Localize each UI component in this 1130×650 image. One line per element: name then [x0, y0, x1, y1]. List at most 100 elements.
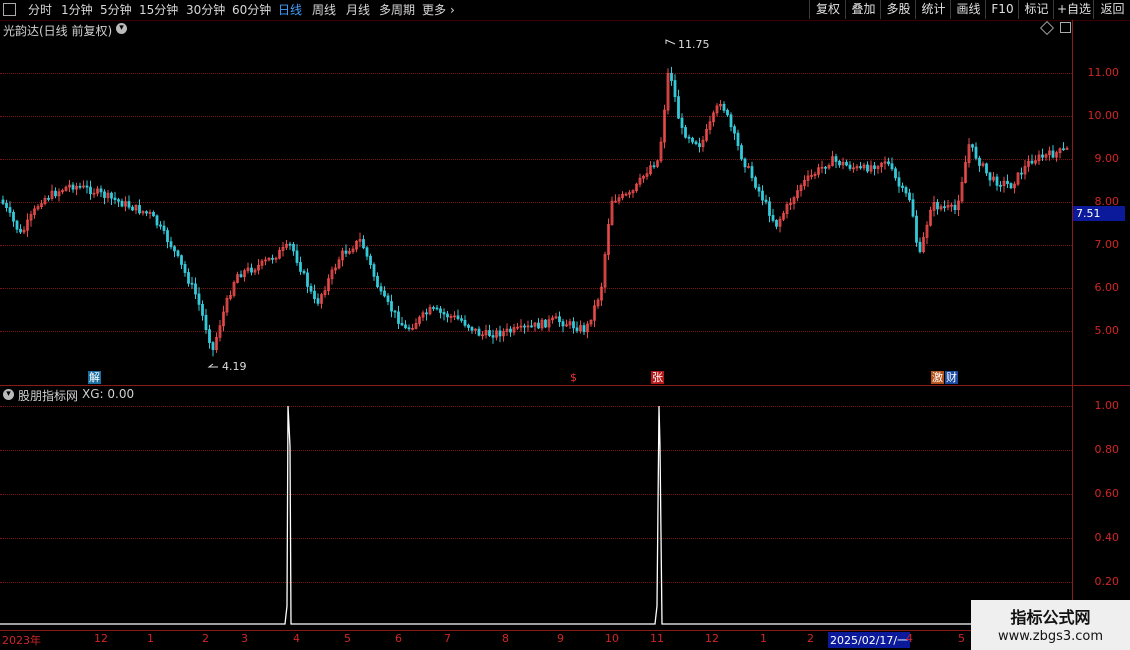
f10-button[interactable]: F10: [985, 0, 1019, 19]
candle-body: [733, 126, 736, 134]
candle-body: [372, 264, 376, 277]
statistics-button[interactable]: 统计: [915, 0, 951, 19]
candle-body: [887, 161, 890, 165]
event-marker-ji[interactable]: 激: [931, 371, 944, 384]
candle-body: [362, 239, 365, 249]
candle-body: [561, 321, 565, 327]
candle-body: [54, 190, 57, 197]
period-tab-weekly[interactable]: 周线: [312, 2, 336, 18]
candle-body: [159, 224, 162, 227]
candle-body: [400, 323, 404, 326]
candle-body: [432, 307, 435, 309]
overlay-button[interactable]: 叠加: [845, 0, 881, 19]
event-marker-zhang[interactable]: 张: [651, 371, 664, 384]
candle-body: [775, 220, 778, 227]
candle-body: [344, 250, 348, 254]
candle-body: [85, 185, 89, 188]
candle-body: [943, 206, 946, 209]
candle-body: [386, 295, 390, 302]
add-watchlist-button[interactable]: +自选: [1053, 0, 1094, 19]
period-tab-monthly[interactable]: 月线: [346, 2, 370, 18]
axis-divider: [1072, 20, 1073, 630]
candle-body: [250, 267, 253, 273]
candle-body: [239, 274, 243, 278]
candle-body: [120, 200, 124, 207]
candle-body: [404, 324, 407, 329]
candle-body: [467, 324, 470, 328]
indicator-axis-label: 0.20: [1094, 575, 1120, 588]
candle-body: [754, 177, 757, 188]
date-label: 11: [650, 632, 664, 645]
xg-indicator-line: [0, 405, 1072, 625]
candle-body: [936, 202, 939, 210]
event-marker-dollar[interactable]: $: [569, 371, 578, 384]
period-tab-1min[interactable]: 1分钟: [61, 2, 93, 18]
candle-body: [1006, 180, 1009, 184]
candle-body: [439, 308, 442, 313]
candle-body: [575, 327, 579, 332]
fuquan-button[interactable]: 复权: [809, 0, 846, 19]
period-tab-15min[interactable]: 15分钟: [139, 2, 178, 18]
candle-body: [652, 165, 656, 168]
candle-body: [866, 164, 869, 172]
candle-body: [509, 328, 512, 333]
candle-body: [306, 272, 309, 287]
candle-body: [470, 327, 474, 331]
indicator-axis-label: 0.40: [1094, 531, 1120, 544]
event-marker-jie[interactable]: 解: [88, 371, 101, 384]
indicator-axis-label: 0.80: [1094, 443, 1120, 456]
candle-body: [460, 318, 463, 321]
period-tab-daily[interactable]: 日线: [278, 2, 302, 18]
candle-body: [89, 186, 92, 195]
candle-body: [544, 319, 547, 328]
period-tab-more[interactable]: 更多: [422, 2, 446, 18]
candle-body: [211, 342, 215, 350]
date-label: 6: [395, 632, 402, 645]
period-tab-5min[interactable]: 5分钟: [100, 2, 132, 18]
candle-body: [768, 201, 771, 216]
candle-body: [138, 205, 141, 214]
candle-body: [894, 168, 897, 179]
candle-body: [8, 207, 12, 213]
mark-button[interactable]: 标记: [1018, 0, 1054, 19]
candle-body: [915, 215, 918, 243]
candle-body: [824, 166, 827, 169]
candle-body: [183, 264, 187, 273]
date-label: 2: [202, 632, 209, 645]
candle-body: [446, 313, 449, 318]
date-label: 5: [958, 632, 965, 645]
event-marker-cai[interactable]: 财: [945, 371, 958, 384]
candle-body: [292, 244, 295, 252]
candle-body: [729, 114, 733, 128]
candle-body: [379, 286, 383, 292]
high-marker: [665, 39, 676, 45]
date-label: 1: [760, 632, 767, 645]
price-axis-label: 10.00: [1087, 109, 1120, 122]
period-tab-multi[interactable]: 多周期: [379, 2, 415, 18]
candle-body: [99, 188, 103, 193]
back-button[interactable]: 返回: [1093, 0, 1130, 19]
candle-body: [390, 301, 393, 312]
candle-body: [113, 197, 117, 201]
candle-body: [299, 262, 302, 272]
date-label: 8: [502, 632, 509, 645]
candle-body: [978, 157, 981, 166]
candle-body: [477, 328, 481, 336]
period-tab-60min[interactable]: 60分钟: [232, 2, 271, 18]
low-marker: [207, 363, 218, 368]
candle-body: [155, 215, 159, 226]
period-tab-fenshi[interactable]: 分时: [28, 2, 52, 18]
current-price-tag: 7.51: [1073, 206, 1125, 221]
candle-body: [190, 282, 194, 285]
candle-body: [131, 206, 134, 211]
candle-body: [19, 228, 22, 233]
price-axis-label: 5.00: [1094, 324, 1120, 337]
menu-toggle-button[interactable]: [3, 3, 16, 16]
candle-body: [1030, 160, 1034, 164]
period-tab-30min[interactable]: 30分钟: [186, 2, 225, 18]
candle-body: [687, 136, 691, 139]
multi-stock-button[interactable]: 多股: [880, 0, 916, 19]
candle-body: [309, 285, 313, 292]
candle-body: [176, 250, 180, 257]
draw-line-button[interactable]: 画线: [950, 0, 986, 19]
